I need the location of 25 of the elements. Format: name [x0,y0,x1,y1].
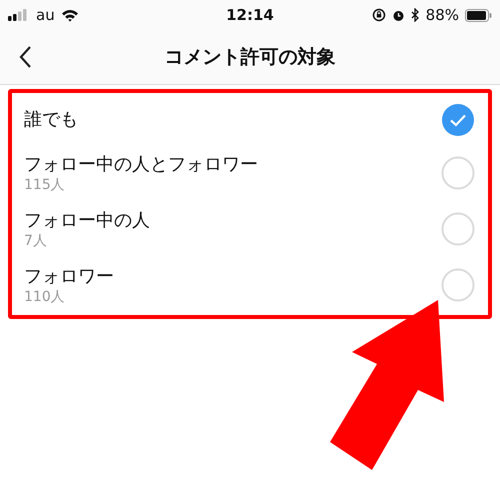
option-count: 7人 [24,232,48,250]
radio-circle-icon[interactable] [441,212,475,246]
rotation-lock-icon [372,8,386,22]
option-row[interactable]: フォロワー 110人 [12,257,488,313]
option-row[interactable]: フォロー中の人 7人 [12,201,488,257]
option-label: 誰でも [24,108,78,132]
option-count: 115人 [24,176,66,194]
option-row[interactable]: フォロー中の人とフォロワー 115人 [12,145,488,201]
carrier-name: au [36,6,55,24]
option-label: フォロー中の人とフォロワー [24,152,258,176]
alarm-icon [392,8,405,22]
radio-circle-icon[interactable] [441,156,475,190]
bluetooth-icon [410,8,420,22]
battery-icon [465,8,492,22]
back-icon[interactable] [18,45,32,69]
option-count: 110人 [24,288,66,306]
battery-percent: 88% [426,6,459,24]
selected-check-icon[interactable] [441,103,475,137]
option-row[interactable]: 誰でも [12,95,488,145]
page-title: コメント許可の対象 [164,45,336,70]
option-label: フォロワー [24,264,114,288]
clock-time: 12:14 [226,6,274,24]
wifi-icon [60,8,79,22]
option-label: フォロー中の人 [24,208,150,232]
radio-circle-icon[interactable] [441,268,475,302]
